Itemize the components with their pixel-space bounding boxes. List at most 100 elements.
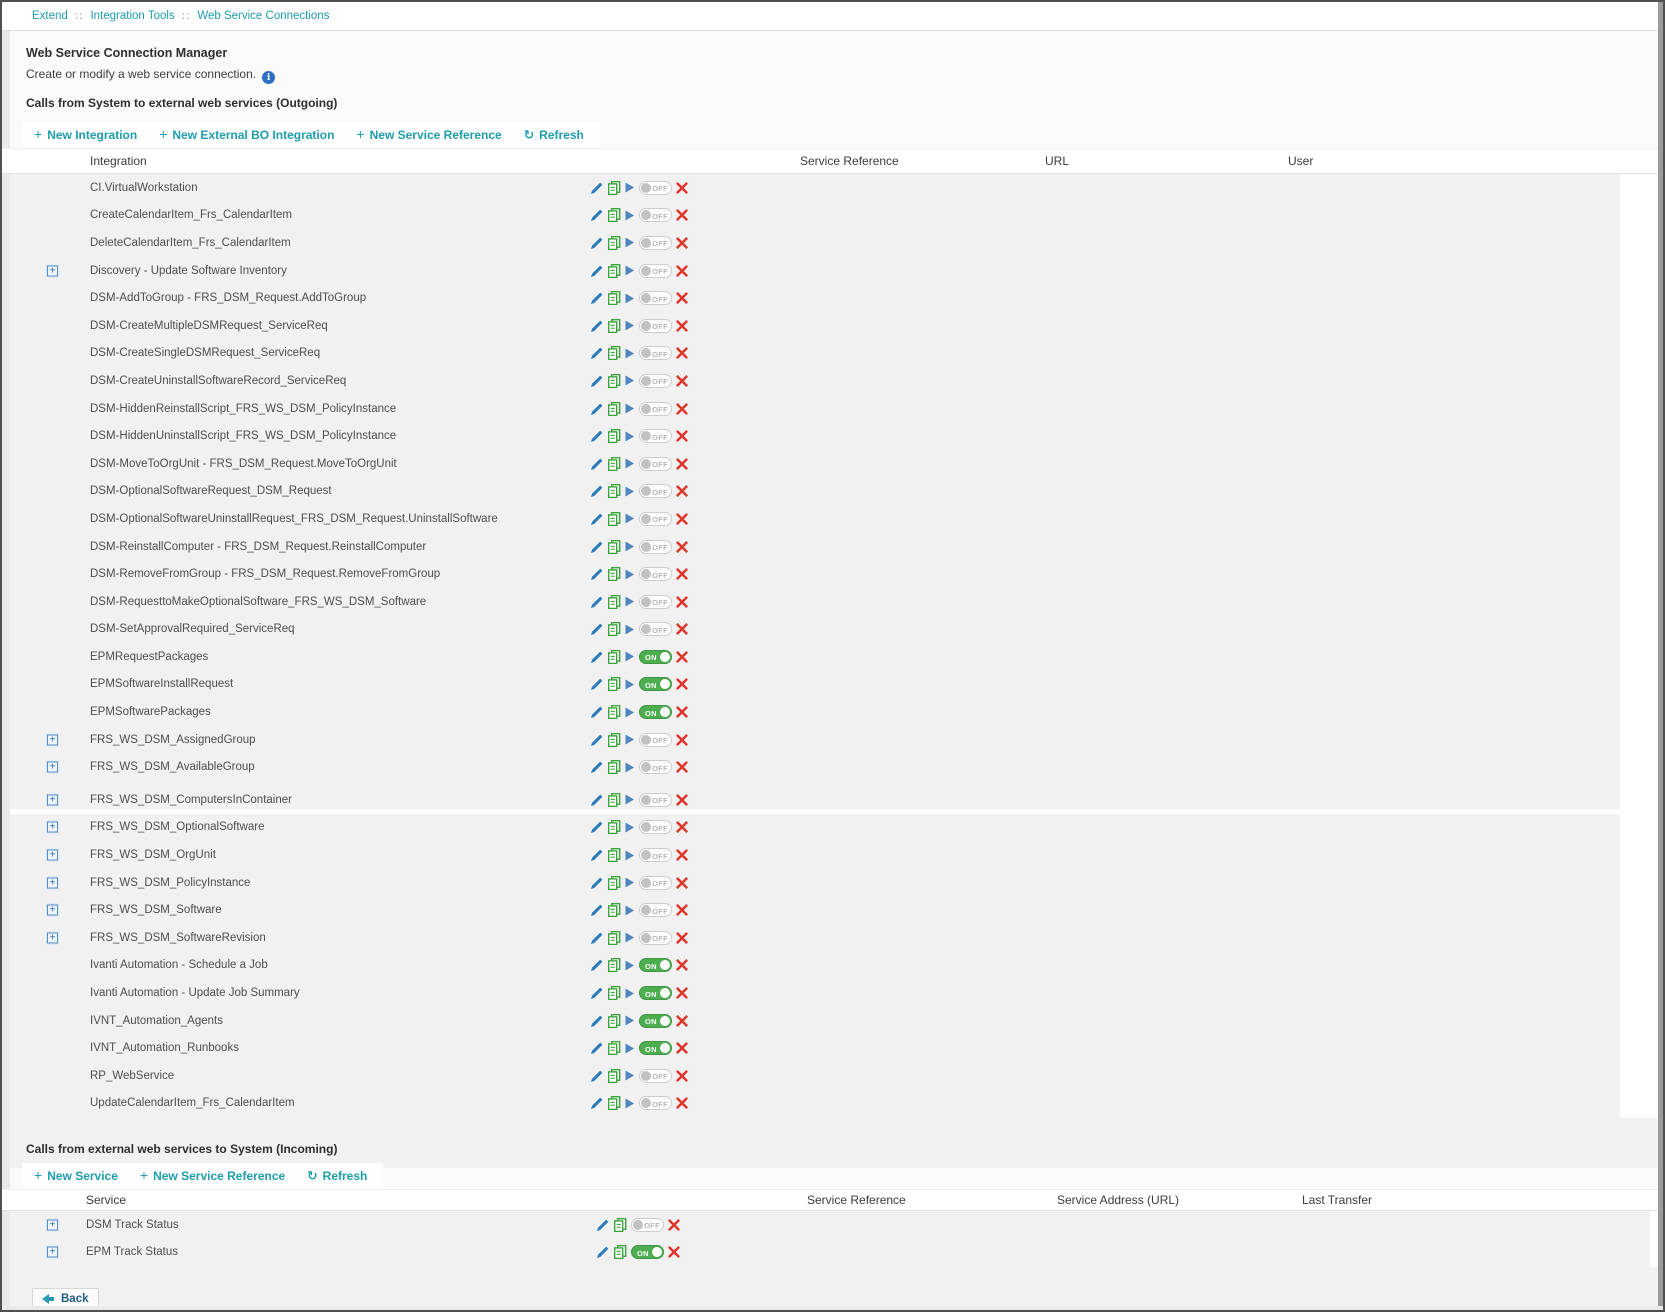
edit-pencil-icon[interactable]	[591, 678, 603, 690]
delete-x-icon[interactable]	[676, 513, 688, 525]
edit-pencil-icon[interactable]	[591, 375, 603, 387]
delete-x-icon[interactable]	[676, 430, 688, 442]
toggle-off[interactable]: OFF	[639, 1096, 672, 1110]
toggle-off[interactable]: OFF	[639, 595, 672, 609]
edit-pencil-icon[interactable]	[591, 623, 603, 635]
edit-pencil-icon[interactable]	[591, 596, 603, 608]
delete-x-icon[interactable]	[676, 877, 688, 889]
toolbar-button[interactable]: New Service Reference	[140, 1169, 285, 1183]
toggle-on[interactable]: ON	[639, 705, 672, 719]
run-play-icon[interactable]	[625, 1070, 635, 1081]
edit-pencil-icon[interactable]	[591, 292, 603, 304]
edit-pencil-icon[interactable]	[591, 1070, 603, 1082]
delete-x-icon[interactable]	[676, 403, 688, 415]
copy-icon[interactable]	[607, 512, 621, 526]
run-play-icon[interactable]	[625, 486, 635, 497]
run-play-icon[interactable]	[625, 237, 635, 248]
run-play-icon[interactable]	[625, 403, 635, 414]
copy-icon[interactable]	[607, 677, 621, 691]
edit-pencil-icon[interactable]	[591, 651, 603, 663]
expand-plus-icon[interactable]	[47, 877, 58, 888]
toggle-on[interactable]: ON	[639, 1041, 672, 1055]
run-play-icon[interactable]	[625, 431, 635, 442]
breadcrumb-extend[interactable]: Extend	[32, 10, 68, 22]
edit-pencil-icon[interactable]	[591, 485, 603, 497]
edit-pencil-icon[interactable]	[591, 761, 603, 773]
expand-plus-icon[interactable]	[47, 1247, 58, 1258]
delete-x-icon[interactable]	[676, 821, 688, 833]
run-play-icon[interactable]	[625, 960, 635, 971]
run-play-icon[interactable]	[625, 850, 635, 861]
edit-pencil-icon[interactable]	[591, 987, 603, 999]
copy-icon[interactable]	[607, 319, 621, 333]
edit-pencil-icon[interactable]	[591, 209, 603, 221]
copy-icon[interactable]	[607, 1096, 621, 1110]
copy-icon[interactable]	[607, 402, 621, 416]
delete-x-icon[interactable]	[676, 849, 688, 861]
copy-icon[interactable]	[607, 733, 621, 747]
expand-plus-icon[interactable]	[47, 762, 58, 773]
toggle-off[interactable]: OFF	[639, 291, 672, 305]
toggle-off[interactable]: OFF	[639, 876, 672, 890]
edit-pencil-icon[interactable]	[591, 265, 603, 277]
run-play-icon[interactable]	[625, 293, 635, 304]
run-play-icon[interactable]	[625, 794, 635, 805]
delete-x-icon[interactable]	[676, 959, 688, 971]
toolbar-button[interactable]: Refresh	[524, 128, 584, 142]
toggle-off[interactable]: OFF	[639, 346, 672, 360]
run-play-icon[interactable]	[625, 734, 635, 745]
copy-icon[interactable]	[613, 1218, 627, 1232]
copy-icon[interactable]	[607, 374, 621, 388]
edit-pencil-icon[interactable]	[591, 821, 603, 833]
expand-plus-icon[interactable]	[47, 794, 58, 805]
toggle-off[interactable]: OFF	[639, 402, 672, 416]
toggle-off[interactable]: OFF	[639, 540, 672, 554]
run-play-icon[interactable]	[625, 1015, 635, 1026]
copy-icon[interactable]	[607, 567, 621, 581]
edit-pencil-icon[interactable]	[591, 430, 603, 442]
toggle-off[interactable]: OFF	[639, 760, 672, 774]
copy-icon[interactable]	[607, 848, 621, 862]
expand-plus-icon[interactable]	[47, 850, 58, 861]
copy-icon[interactable]	[607, 181, 621, 195]
info-icon[interactable]	[262, 71, 275, 84]
toggle-off[interactable]: OFF	[639, 374, 672, 388]
copy-icon[interactable]	[607, 793, 621, 807]
delete-x-icon[interactable]	[676, 541, 688, 553]
copy-icon[interactable]	[607, 1041, 621, 1055]
toggle-off[interactable]: OFF	[639, 903, 672, 917]
delete-x-icon[interactable]	[676, 292, 688, 304]
run-play-icon[interactable]	[625, 182, 635, 193]
run-play-icon[interactable]	[625, 320, 635, 331]
delete-x-icon[interactable]	[676, 794, 688, 806]
toggle-on[interactable]: ON	[639, 986, 672, 1000]
delete-x-icon[interactable]	[676, 761, 688, 773]
delete-x-icon[interactable]	[676, 904, 688, 916]
run-play-icon[interactable]	[625, 375, 635, 386]
run-play-icon[interactable]	[625, 822, 635, 833]
edit-pencil-icon[interactable]	[591, 1015, 603, 1027]
edit-pencil-icon[interactable]	[591, 706, 603, 718]
copy-icon[interactable]	[613, 1245, 627, 1259]
copy-icon[interactable]	[607, 622, 621, 636]
toggle-off[interactable]: OFF	[639, 793, 672, 807]
delete-x-icon[interactable]	[676, 932, 688, 944]
copy-icon[interactable]	[607, 484, 621, 498]
breadcrumb-web-service-connections[interactable]: Web Service Connections	[197, 10, 329, 22]
delete-x-icon[interactable]	[676, 596, 688, 608]
edit-pencil-icon[interactable]	[591, 849, 603, 861]
delete-x-icon[interactable]	[676, 987, 688, 999]
delete-x-icon[interactable]	[676, 1042, 688, 1054]
copy-icon[interactable]	[607, 540, 621, 554]
edit-pencil-icon[interactable]	[591, 794, 603, 806]
toolbar-button[interactable]: Refresh	[307, 1169, 367, 1183]
delete-x-icon[interactable]	[668, 1219, 680, 1231]
toggle-off[interactable]: OFF	[639, 429, 672, 443]
toggle-off[interactable]: OFF	[639, 319, 672, 333]
edit-pencil-icon[interactable]	[591, 959, 603, 971]
edit-pencil-icon[interactable]	[591, 182, 603, 194]
toggle-off[interactable]: OFF	[639, 1069, 672, 1083]
copy-icon[interactable]	[607, 820, 621, 834]
toggle-on[interactable]: ON	[639, 650, 672, 664]
edit-pencil-icon[interactable]	[591, 568, 603, 580]
